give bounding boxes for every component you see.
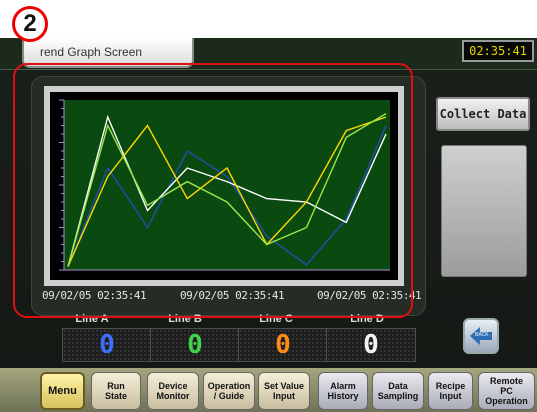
line-a-value: 0 <box>62 328 152 362</box>
line-b-value: 0 <box>150 328 240 362</box>
nav-remote-pc-operation-button[interactable]: Remote PC Operation <box>478 372 535 410</box>
clock-display: 02:35:41 <box>462 40 534 62</box>
nav-operation-guide-button[interactable]: Operation / Guide <box>203 372 255 410</box>
nav-device-monitor-button[interactable]: Device Monitor <box>147 372 199 410</box>
side-blank-panel <box>441 145 527 277</box>
nav-set-value-input-button[interactable]: Set Value Input <box>258 372 310 410</box>
back-label: BACK <box>475 332 489 338</box>
nav-alarm-history-button[interactable]: Alarm History <box>318 372 368 410</box>
line-c-value: 0 <box>238 328 328 362</box>
line-d-value: 0 <box>326 328 416 362</box>
collect-data-button[interactable]: Collect Data <box>436 97 530 131</box>
back-button[interactable]: BACK <box>463 318 499 354</box>
nav-run-state-button[interactable]: Run State <box>91 372 141 410</box>
annotation-badge: 2 <box>12 6 48 42</box>
annotation-highlight-frame <box>13 63 413 318</box>
nav-data-sampling-button[interactable]: Data Sampling <box>372 372 424 410</box>
nav-recipe-input-button[interactable]: Recipe Input <box>428 372 473 410</box>
nav-menu-button[interactable]: Menu <box>40 372 85 410</box>
